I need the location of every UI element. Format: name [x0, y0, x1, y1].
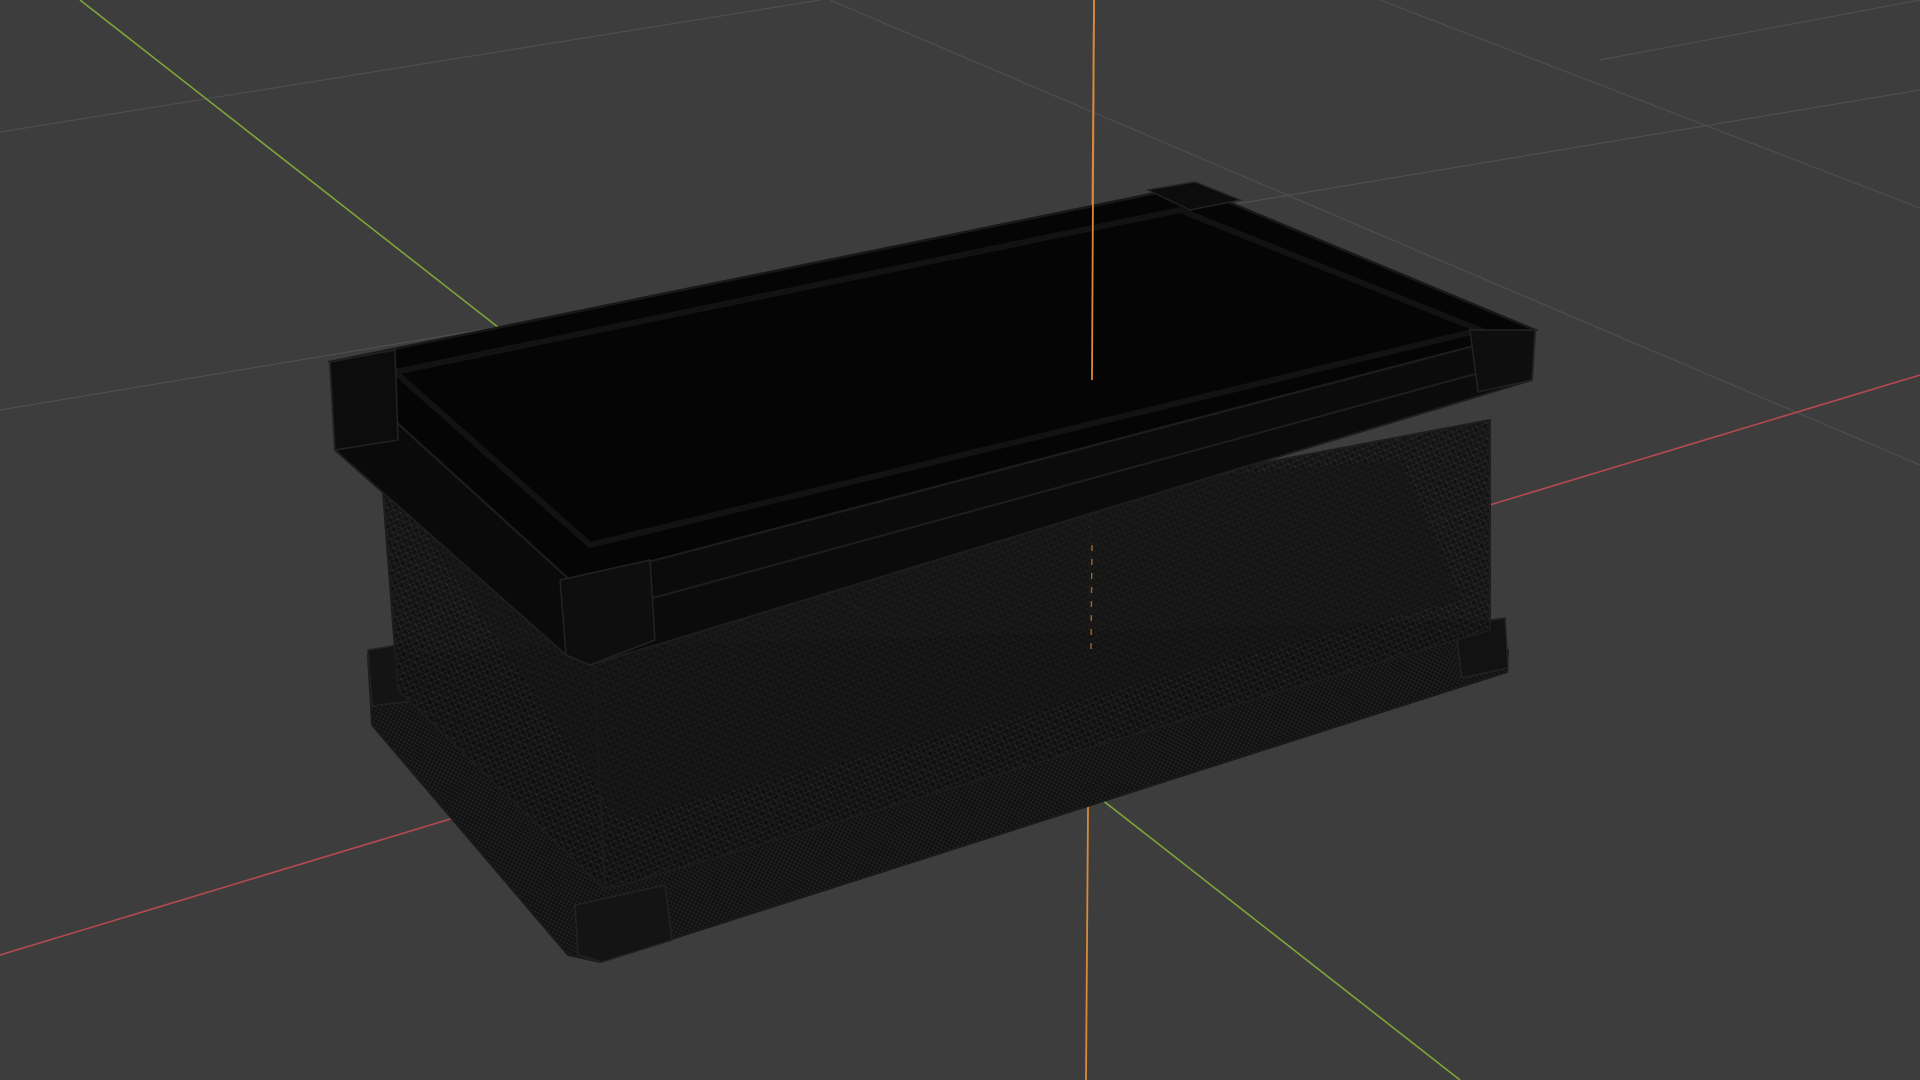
viewport-canvas[interactable]	[0, 0, 1920, 1080]
crate-mesh[interactable]	[327, 181, 1539, 964]
3d-viewport[interactable]	[0, 0, 1920, 1080]
crate-post-back-left	[329, 349, 399, 451]
